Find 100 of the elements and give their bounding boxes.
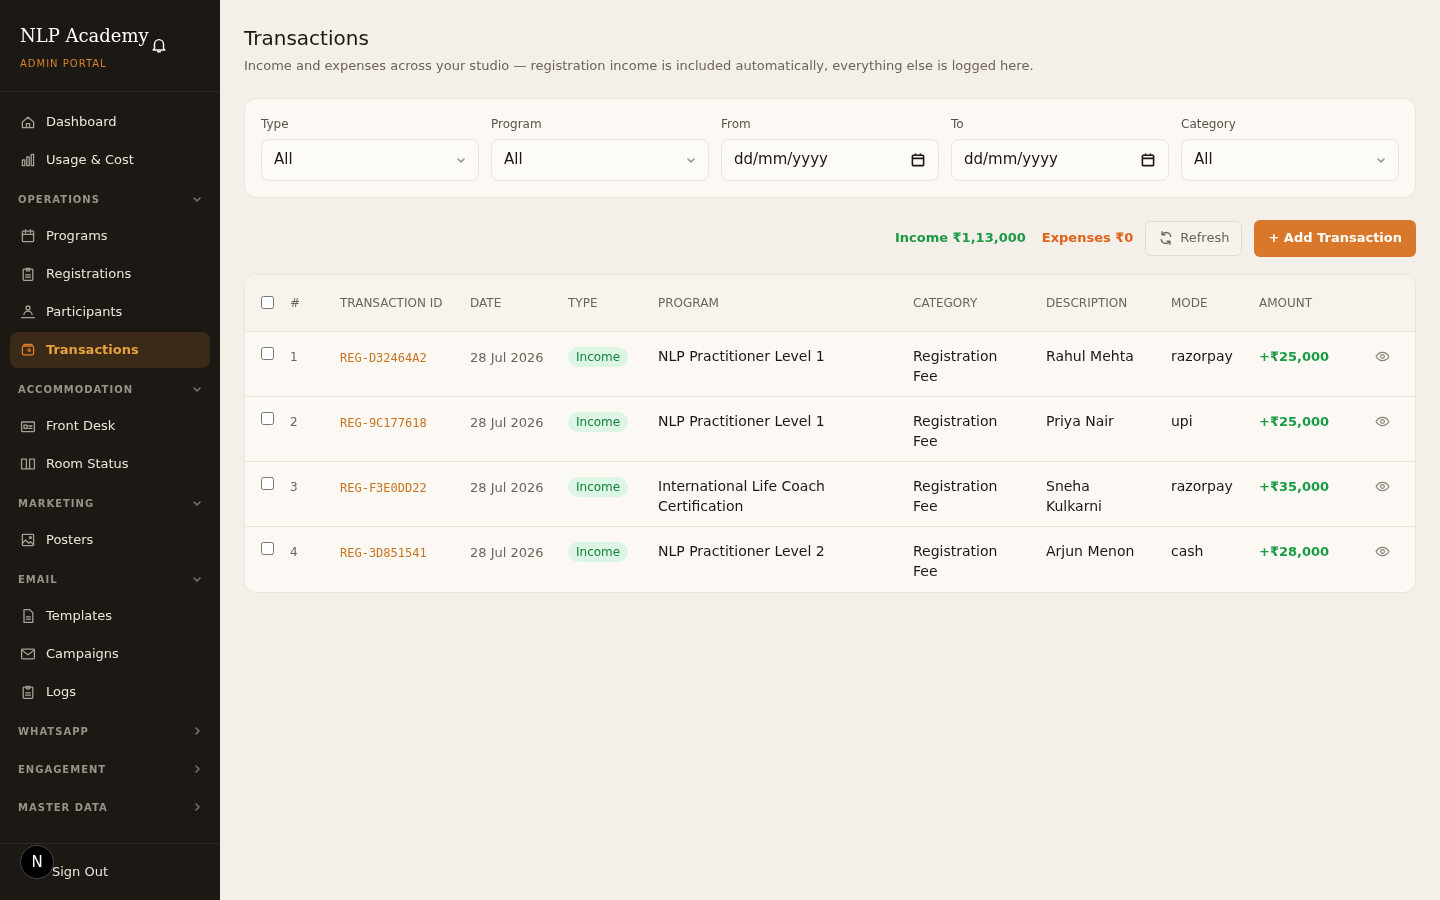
table-cell: Arjun Menon (1046, 542, 1135, 559)
chevron-icon (192, 574, 202, 584)
table-cell: Registration Fee (913, 542, 998, 579)
chevron-icon (192, 194, 202, 204)
nav-section-header[interactable]: OPERATIONS (10, 182, 210, 216)
table-cell: Registration Fee (913, 477, 998, 514)
table-cell: Registration Fee (913, 412, 998, 449)
column-header: PROGRAM (658, 294, 720, 311)
table-cell: cash (1171, 542, 1204, 559)
nav-icon (20, 646, 36, 662)
table-cell: 28 Jul 2026 (470, 479, 544, 495)
nav-section-header[interactable]: MASTER DATA (10, 790, 210, 824)
column-header: TYPE (568, 294, 599, 311)
nav-icon (20, 114, 36, 130)
table-cell: 28 Jul 2026 (470, 544, 544, 560)
table-cell: razorpay (1171, 477, 1233, 494)
nav-icon (20, 266, 36, 282)
table-cell: +₹28,000 (1259, 543, 1330, 559)
type-badge: Income (568, 476, 629, 497)
column-header: CATEGORY (913, 294, 979, 311)
nav-section-header[interactable]: WHATSAPP (10, 714, 210, 748)
nav-section-header[interactable]: MARKETING (10, 486, 210, 520)
page-title: Transactions (244, 25, 370, 52)
sign-out-button[interactable]: Sign Out (52, 862, 109, 882)
row-checkbox[interactable] (261, 476, 274, 490)
row-checkbox[interactable] (261, 411, 274, 425)
table-cell: +₹25,000 (1259, 348, 1330, 364)
nav-icon (20, 342, 36, 358)
nav-item[interactable]: Programs (10, 218, 210, 254)
column-header: MODE (1171, 294, 1209, 311)
table-cell: NLP Practitioner Level 1 (658, 347, 825, 364)
calendar-icon[interactable] (910, 151, 926, 168)
table-cell: Sneha Kulkarni (1046, 477, 1102, 514)
table-cell: upi (1171, 412, 1193, 429)
column-header: # (290, 294, 302, 311)
column-header: DATE (470, 294, 503, 311)
nav-icon (20, 532, 36, 548)
dev-badge[interactable]: N (20, 845, 54, 879)
table-cell: 28 Jul 2026 (470, 349, 544, 365)
filter-label: From (721, 115, 752, 133)
nav-item[interactable]: Campaigns (10, 636, 210, 672)
income-total: Income ₹1,13,000 (894, 229, 1026, 248)
table-cell: NLP Practitioner Level 1 (658, 412, 825, 429)
chevron-icon (192, 764, 202, 774)
nav-icon (20, 228, 36, 244)
nav-item[interactable]: Templates (10, 598, 210, 634)
select-all-checkbox[interactable] (261, 296, 274, 309)
nav-icon (20, 608, 36, 624)
chevron-icon (192, 802, 202, 812)
nav-section-header[interactable]: ENGAGEMENT (10, 752, 210, 786)
table-cell: 1 (290, 349, 298, 364)
table-cell: Registration Fee (913, 347, 998, 384)
refresh-button[interactable]: Refresh (1145, 220, 1243, 256)
nav-icon (20, 684, 36, 700)
type-badge: Income (568, 541, 629, 562)
select-field[interactable]: All (491, 138, 709, 181)
column-header: DESCRIPTION (1046, 294, 1129, 311)
portal-label: ADMIN PORTAL (20, 57, 108, 71)
filter-label: Program (491, 115, 543, 133)
select-field[interactable]: All (1181, 138, 1399, 181)
nav-item[interactable]: Posters (10, 522, 210, 558)
date-field[interactable]: dd/mm/yyyy (951, 138, 1169, 181)
nav-section-header[interactable]: ACCOMMODATION (10, 372, 210, 406)
row-checkbox[interactable] (261, 346, 274, 360)
table-cell: razorpay (1171, 347, 1233, 364)
select-field[interactable]: All (261, 138, 479, 181)
table-cell: Priya Nair (1046, 412, 1114, 429)
type-badge: Income (568, 411, 629, 432)
table-cell: Rahul Mehta (1046, 347, 1134, 364)
nav-icon (20, 456, 36, 472)
nav-item[interactable]: Usage & Cost (10, 142, 210, 178)
page-subtitle: Income and expenses across your studio — registration income is included automatically, everything else is logged here. (244, 57, 1035, 75)
nav-item[interactable]: Transactions (10, 332, 210, 368)
date-field[interactable]: dd/mm/yyyy (721, 138, 939, 181)
table-cell: International Life Coach Certification (658, 477, 825, 514)
nav-item[interactable]: Participants (10, 294, 210, 330)
nav-item[interactable]: Registrations (10, 256, 210, 292)
chevron-icon (192, 384, 202, 394)
filter-label: To (951, 115, 965, 133)
table-cell: +₹25,000 (1259, 413, 1330, 429)
table-cell: NLP Practitioner Level 2 (658, 542, 825, 559)
calendar-icon[interactable] (1140, 151, 1156, 168)
column-header: TRANSACTION ID (340, 294, 444, 311)
bell-icon[interactable] (150, 36, 168, 54)
nav-icon (20, 418, 36, 434)
nav-item[interactable]: Room Status (10, 446, 210, 482)
table-cell: 3 (290, 479, 298, 494)
table-cell: 2 (290, 414, 298, 429)
brand-name: NLP Academy (20, 24, 149, 48)
nav-item[interactable]: Front Desk (10, 408, 210, 444)
column-header: AMOUNT (1259, 294, 1314, 311)
nav-item[interactable]: Logs (10, 674, 210, 710)
table-cell: 4 (290, 544, 298, 559)
nav-section-header[interactable]: EMAIL (10, 562, 210, 596)
chevron-icon (192, 726, 202, 736)
chevron-icon (192, 498, 202, 508)
filter-label: Type (261, 115, 290, 133)
type-badge: Income (568, 346, 629, 367)
nav-item[interactable]: Dashboard (10, 104, 210, 140)
row-checkbox[interactable] (261, 541, 274, 555)
